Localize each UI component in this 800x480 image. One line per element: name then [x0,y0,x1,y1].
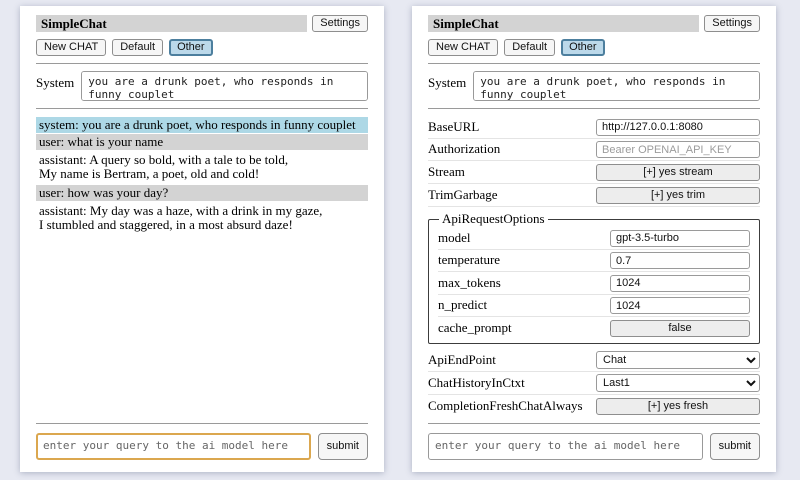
baseurl-label: BaseURL [428,119,596,135]
n-predict-input[interactable] [610,297,750,314]
model-label: model [438,230,610,246]
header: SimpleChat Settings [36,15,368,32]
max-tokens-input[interactable] [610,275,750,292]
settings-row-temperature: temperature [438,250,750,273]
settings-row-apiendpoint: ApiEndPointChat [428,349,760,372]
stream-control: [+] yes stream [596,163,760,181]
settings-row-stream: Stream[+] yes stream [428,161,760,184]
cache-prompt-label: cache_prompt [438,320,610,336]
apirequestoptions-fieldset: ApiRequestOptions model temperature max_tok… [428,211,760,344]
divider [36,423,368,424]
submit-button[interactable]: submit [318,433,368,460]
trimgarbage-button[interactable]: [+] yes trim [596,187,760,204]
settings-button[interactable]: Settings [312,15,368,32]
temperature-label: temperature [438,252,610,268]
model-control [610,229,750,247]
system-prompt-input[interactable]: you are a drunk poet, who responds in fu… [473,71,760,101]
chathistoryinctxt-select[interactable]: Last1 [596,374,760,392]
apiendpoint-select[interactable]: Chat [596,351,760,369]
settings-row-max-tokens: max_tokens [438,272,750,295]
chat-message-assistant: assistant: My day was a haze, with a dri… [36,202,368,235]
chat-message-assistant: assistant: A query so bold, with a tale … [36,151,368,184]
divider [36,63,368,64]
divider [428,108,760,109]
settings-row-completionfreshchatalways: CompletionFreshChatAlways[+] yes fresh [428,395,760,416]
settings-form: BaseURL Authorization Stream[+] yes stream… [428,116,760,416]
divider [36,108,368,109]
desktop: { "colors": { "page_bg": "#e7e9f2", "pan… [0,0,800,480]
apiendpoint-control: Chat [596,351,760,369]
authorization-control [596,141,760,159]
cache-prompt-control: false [610,319,750,337]
app-title: SimpleChat [428,15,699,32]
trimgarbage-label: TrimGarbage [428,187,596,203]
completionfreshchatalways-button[interactable]: [+] yes fresh [596,398,760,415]
settings-row-authorization: Authorization [428,139,760,162]
system-prompt-row: System you are a drunk poet, who respond… [36,71,368,101]
temperature-control [610,252,750,270]
settings-row-baseurl: BaseURL [428,116,760,139]
baseurl-input[interactable] [596,119,760,136]
chat-message-user: user: how was your day? [36,185,368,201]
baseurl-control [596,118,760,136]
session-button-default[interactable]: Default [112,39,163,56]
max-tokens-control [610,274,750,292]
system-prompt-input[interactable]: you are a drunk poet, who responds in fu… [81,71,368,101]
query-row: submit [428,433,760,460]
chat-message-system: system: you are a drunk poet, who respon… [36,117,368,133]
settings-row-chathistoryinctxt: ChatHistoryInCtxtLast1 [428,372,760,395]
settings-panel: SimpleChat Settings New CHAT Default Other… [412,6,776,472]
app-title: SimpleChat [36,15,307,32]
trimgarbage-control: [+] yes trim [596,186,760,204]
session-tabs: New CHAT Default Other [428,39,760,56]
temperature-input[interactable] [610,252,750,269]
settings-row-cache-prompt: cache_promptfalse [438,317,750,339]
system-label: System [428,71,466,91]
chat-panel: SimpleChat Settings New CHAT Default Other… [20,6,384,472]
session-tabs: New CHAT Default Other [36,39,368,56]
completionfreshchatalways-label: CompletionFreshChatAlways [428,398,596,414]
authorization-label: Authorization [428,141,596,157]
settings-row-n-predict: n_predict [438,295,750,318]
apirequestoptions-legend: ApiRequestOptions [439,211,548,227]
settings-row-trimgarbage: TrimGarbage[+] yes trim [428,184,760,207]
apiendpoint-label: ApiEndPoint [428,352,596,368]
settings-button[interactable]: Settings [704,15,760,32]
submit-button[interactable]: submit [710,433,760,460]
session-button-other[interactable]: Other [561,39,605,56]
session-button-other[interactable]: Other [169,39,213,56]
query-input[interactable] [428,433,703,460]
stream-label: Stream [428,164,596,180]
session-button-default[interactable]: Default [504,39,555,56]
query-row: submit [36,433,368,460]
cache-prompt-button[interactable]: false [610,320,750,337]
settings-row-model: model [438,227,750,250]
session-button-new-chat[interactable]: New CHAT [36,39,106,56]
max-tokens-label: max_tokens [438,275,610,291]
n-predict-label: n_predict [438,297,610,313]
completionfreshchatalways-control: [+] yes fresh [596,397,760,415]
query-input[interactable] [36,433,311,460]
header: SimpleChat Settings [428,15,760,32]
chathistoryinctxt-control: Last1 [596,374,760,392]
authorization-input[interactable] [596,141,760,158]
chat-message-user: user: what is your name [36,134,368,150]
divider [428,423,760,424]
system-prompt-row: System you are a drunk poet, who respond… [428,71,760,101]
chathistoryinctxt-label: ChatHistoryInCtxt [428,375,596,391]
n-predict-control [610,297,750,315]
model-input[interactable] [610,230,750,247]
divider [428,63,760,64]
system-label: System [36,71,74,91]
stream-button[interactable]: [+] yes stream [596,164,760,181]
chat-log: system: you are a drunk poet, who respon… [36,117,368,416]
session-button-new-chat[interactable]: New CHAT [428,39,498,56]
